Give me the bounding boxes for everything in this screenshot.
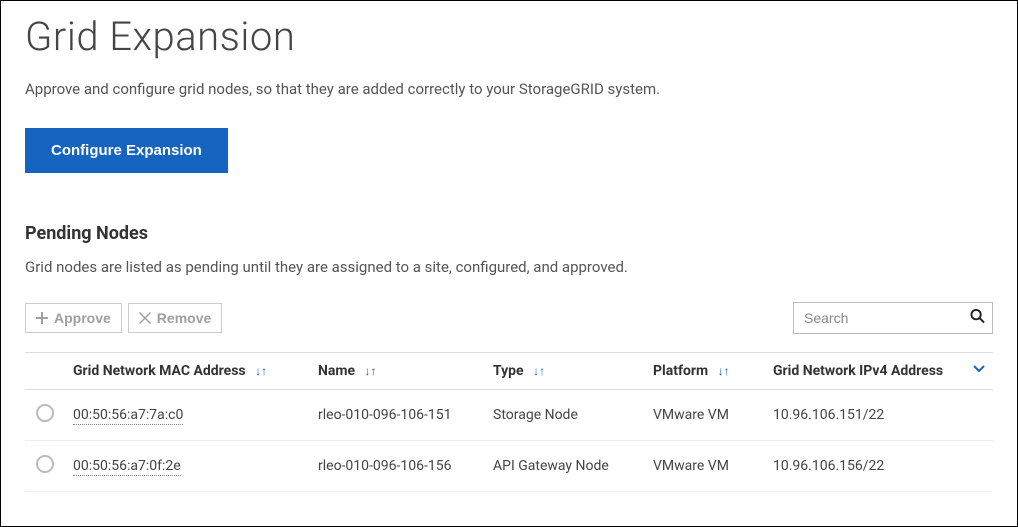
approve-button[interactable]: Approve xyxy=(25,303,122,333)
pending-nodes-description: Grid nodes are listed as pending until t… xyxy=(25,258,993,276)
sort-icon[interactable]: ↓↑ xyxy=(533,364,545,378)
cell-mac: 00:50:56:a7:7a:c0 xyxy=(73,407,183,425)
pending-nodes-table: Grid Network MAC Address ↓↑ Name ↓↑ Type… xyxy=(25,352,993,492)
sort-icon[interactable]: ↓↑ xyxy=(718,364,730,378)
cell-platform: VMware VM xyxy=(653,407,729,423)
pending-nodes-toolbar: Approve Remove xyxy=(25,302,993,334)
search-input[interactable] xyxy=(793,302,993,334)
sort-icon[interactable]: ↓↑ xyxy=(255,364,267,378)
cell-type: API Gateway Node xyxy=(493,458,609,474)
cell-mac: 00:50:56:a7:0f:2e xyxy=(73,458,181,476)
remove-button[interactable]: Remove xyxy=(128,303,222,333)
page-description: Approve and configure grid nodes, so tha… xyxy=(25,80,993,98)
cell-ip: 10.96.106.151/22 xyxy=(773,407,884,423)
col-header-type[interactable]: Type ↓↑ xyxy=(485,353,645,390)
plus-icon xyxy=(36,312,48,324)
row-radio[interactable] xyxy=(36,404,54,422)
cell-name: rleo-010-096-106-156 xyxy=(318,458,451,474)
page-title: Grid Expansion xyxy=(25,13,993,60)
configure-expansion-button[interactable]: Configure Expansion xyxy=(25,128,228,173)
pending-nodes-title: Pending Nodes xyxy=(25,223,993,244)
cell-type: Storage Node xyxy=(493,407,578,423)
col-header-ip[interactable]: Grid Network IPv4 Address xyxy=(765,353,993,390)
sort-icon[interactable]: ↓↑ xyxy=(365,364,377,378)
col-header-name-label: Name xyxy=(318,363,355,379)
col-header-mac[interactable]: Grid Network MAC Address ↓↑ xyxy=(65,353,310,390)
col-header-ip-label: Grid Network IPv4 Address xyxy=(773,363,943,379)
search-icon[interactable] xyxy=(970,309,985,328)
search-box xyxy=(793,302,993,334)
col-header-platform-label: Platform xyxy=(653,363,708,379)
chevron-down-icon[interactable] xyxy=(973,363,985,379)
table-row[interactable]: 00:50:56:a7:7a:c0 rleo-010-096-106-151 S… xyxy=(25,390,993,441)
close-icon xyxy=(139,312,151,324)
col-header-name[interactable]: Name ↓↑ xyxy=(310,353,485,390)
col-header-mac-label: Grid Network MAC Address xyxy=(73,363,246,379)
cell-name: rleo-010-096-106-151 xyxy=(318,407,451,423)
cell-platform: VMware VM xyxy=(653,458,729,474)
approve-button-label: Approve xyxy=(54,310,111,326)
col-header-type-label: Type xyxy=(493,363,524,379)
row-radio[interactable] xyxy=(36,455,54,473)
cell-ip: 10.96.106.156/22 xyxy=(773,458,884,474)
col-header-platform[interactable]: Platform ↓↑ xyxy=(645,353,765,390)
table-row[interactable]: 00:50:56:a7:0f:2e rleo-010-096-106-156 A… xyxy=(25,441,993,492)
remove-button-label: Remove xyxy=(157,310,211,326)
